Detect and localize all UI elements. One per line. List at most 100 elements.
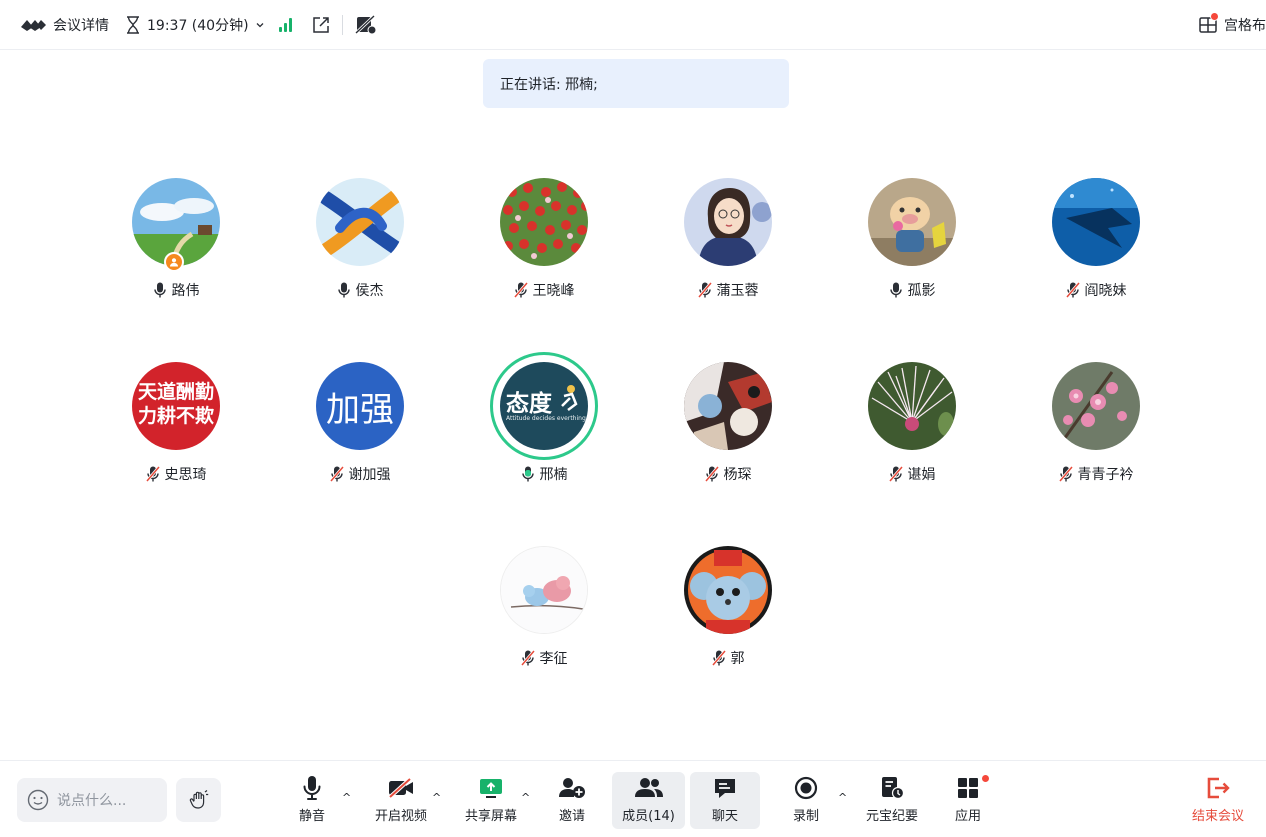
- avatar-image: [868, 362, 956, 450]
- avatar-subtext: Attitude decides everthing: [506, 415, 586, 422]
- top-bar: 会议详情 19:37 (40分钟) 宫格布: [0, 0, 1266, 50]
- invite-label: 邀请: [558, 809, 585, 824]
- participant-tile[interactable]: 加强 谢加强: [280, 360, 440, 520]
- share-screen-icon: [480, 779, 502, 798]
- meeting-summary-button[interactable]: 元宝纪要: [860, 773, 924, 829]
- record-options-caret-icon[interactable]: ^: [838, 791, 847, 804]
- participant-name-row: 谢加强: [280, 464, 440, 484]
- participant-name: 侯杰: [355, 283, 384, 299]
- participant-tile[interactable]: 阎晓妹: [1016, 176, 1176, 336]
- microphone-muted-icon: [888, 466, 903, 482]
- bottom-toolbar: 说点什么... 静音 ^ 开启视频 ^ 共享屏幕 ^ 邀请 成员(14) 聊天 …: [0, 760, 1266, 837]
- participant-name: 杨琛: [723, 467, 752, 483]
- members-button[interactable]: 成员(14): [612, 772, 685, 829]
- participant-tile[interactable]: 郭: [648, 544, 808, 704]
- avatar-text: 加强: [326, 389, 394, 430]
- security-button[interactable]: [354, 0, 377, 50]
- members-icon: [634, 778, 663, 797]
- avatar-image: [500, 178, 588, 266]
- participant-name: 李征: [539, 651, 568, 667]
- participant-name-row: 青青子衿: [1016, 464, 1176, 484]
- tencent-meeting-logo-icon: [21, 19, 46, 31]
- participant-tile[interactable]: 侯杰: [280, 176, 440, 336]
- avatar: [684, 362, 772, 450]
- mute-options-caret-icon[interactable]: ^: [342, 791, 351, 804]
- avatar: [316, 178, 404, 266]
- external-link-icon: [312, 16, 329, 33]
- add-user-icon: [559, 778, 585, 798]
- end-meeting-label: 结束会议: [1191, 809, 1244, 824]
- video-off-icon: [387, 777, 413, 799]
- avatar-image: [684, 362, 772, 450]
- microphone-muted-icon: [1065, 282, 1080, 298]
- chat-button[interactable]: 聊天: [690, 772, 760, 829]
- record-icon: [794, 776, 818, 800]
- avatar-image: [684, 546, 772, 634]
- meeting-timer[interactable]: 19:37 (40分钟): [125, 0, 265, 50]
- host-badge-icon: [164, 252, 184, 272]
- avatar: [868, 362, 956, 450]
- share-screen-button[interactable]: 共享屏幕: [458, 773, 524, 829]
- participant-name-row: 阎晓妹: [1016, 280, 1176, 300]
- microphone-muted-icon: [329, 466, 344, 482]
- microphone-muted-icon: [697, 282, 712, 298]
- document-off-icon: [354, 14, 377, 34]
- invite-button[interactable]: 邀请: [548, 773, 596, 829]
- network-signal[interactable]: [278, 0, 292, 50]
- participant-tile[interactable]: 蒲玉蓉: [648, 176, 808, 336]
- share-screen-label: 共享屏幕: [464, 809, 517, 824]
- avatar: [1052, 178, 1140, 266]
- participant-tile[interactable]: 天道酬勤 力耕不欺 史思琦: [96, 360, 256, 520]
- participant-tile[interactable]: 王晓峰: [464, 176, 624, 336]
- participant-name-row: 史思琦: [96, 464, 256, 484]
- participant-name-row: 蒲玉蓉: [648, 280, 808, 300]
- participant-name-row: 杨琛: [648, 464, 808, 484]
- participant-name: 史思琦: [164, 467, 207, 483]
- mute-button[interactable]: 静音: [290, 773, 334, 829]
- participant-name: 路伟: [171, 283, 200, 299]
- avatar: [500, 546, 588, 634]
- participant-tile[interactable]: 杨琛: [648, 360, 808, 520]
- chat-placeholder: 说点什么...: [57, 793, 127, 809]
- raise-hand-button[interactable]: [176, 778, 221, 822]
- emoji-icon: [27, 789, 49, 811]
- avatar: [868, 178, 956, 266]
- popout-button[interactable]: [312, 0, 330, 50]
- end-meeting-button[interactable]: 结束会议: [1186, 773, 1250, 829]
- participant-tile[interactable]: 孤影: [832, 176, 992, 336]
- participant-tile[interactable]: 谌娟: [832, 360, 992, 520]
- ai-summary-icon: [882, 777, 905, 800]
- apps-button[interactable]: 应用: [948, 773, 990, 829]
- participant-name-row: 孤影: [832, 280, 992, 300]
- microphone-muted-icon: [520, 650, 535, 666]
- avatar-image: [501, 547, 587, 633]
- participant-tile[interactable]: 李征: [464, 544, 624, 704]
- start-video-button[interactable]: 开启视频: [368, 773, 434, 829]
- layout-toggle-button[interactable]: 宫格布: [1198, 0, 1266, 50]
- participant-name-row: 王晓峰: [464, 280, 624, 300]
- record-button[interactable]: 录制: [786, 773, 826, 829]
- microphone-icon: [889, 282, 902, 298]
- microphone-icon: [153, 282, 166, 298]
- apps-notification-dot: [981, 774, 990, 783]
- avatar-image: [316, 178, 404, 266]
- microphone-muted-icon: [704, 466, 719, 482]
- video-options-caret-icon[interactable]: ^: [432, 791, 441, 804]
- microphone-muted-icon: [1058, 466, 1073, 482]
- participant-tile[interactable]: 青青子衿: [1016, 360, 1176, 520]
- participant-name: 王晓峰: [532, 283, 575, 299]
- apps-label: 应用: [954, 809, 981, 824]
- members-label: 成员(14): [622, 809, 675, 824]
- avatar-image: [1052, 178, 1140, 266]
- microphone-speaking-icon: [521, 466, 534, 482]
- meeting-details-button[interactable]: 会议详情: [20, 0, 109, 50]
- divider: [341, 14, 343, 35]
- quick-chat-input[interactable]: 说点什么...: [17, 778, 167, 822]
- avatar-text: 天道酬勤: [137, 381, 214, 403]
- participant-name-row: 路伟: [96, 280, 256, 300]
- apps-grid-icon: [958, 778, 978, 798]
- participant-name-row: 郭: [648, 648, 808, 668]
- mute-label: 静音: [298, 809, 325, 824]
- participant-tile-speaking[interactable]: 态度 Attitude decides everthing 邢楠: [464, 352, 624, 520]
- share-options-caret-icon[interactable]: ^: [521, 791, 530, 804]
